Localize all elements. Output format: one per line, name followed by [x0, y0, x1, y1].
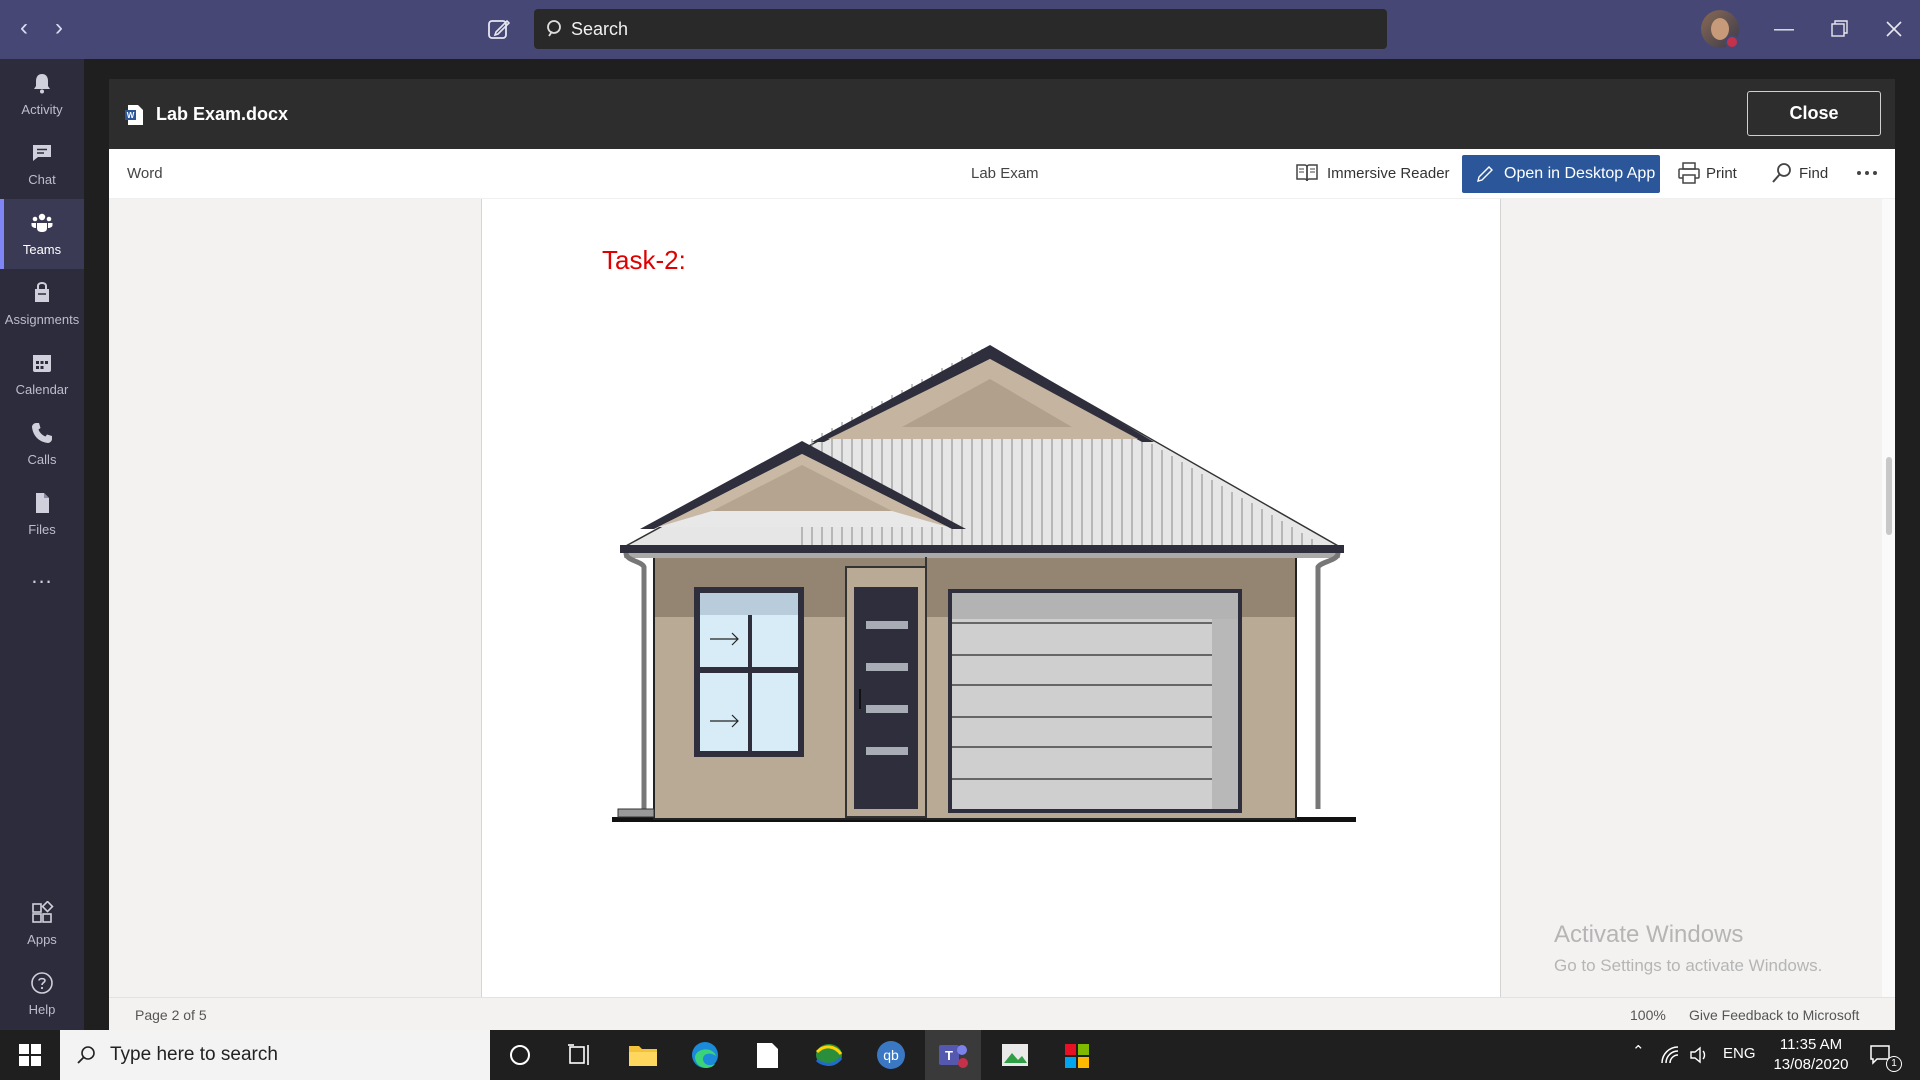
search-placeholder: Search	[571, 19, 629, 39]
search-icon	[547, 20, 561, 37]
rail-label: Chat	[28, 172, 56, 187]
search-icon	[77, 1046, 95, 1064]
minimize-icon[interactable]: —	[1769, 14, 1799, 44]
word-toolbar: Word Lab Exam Immersive Reader Open in D…	[109, 149, 1895, 199]
rail-item-activity[interactable]: Activity	[0, 59, 84, 129]
status-bar: Page 2 of 5 100% Give Feedback to Micros…	[109, 997, 1895, 1030]
taskbar-search[interactable]: Type here to search	[60, 1030, 490, 1080]
word-file-icon: W	[125, 105, 143, 125]
status-badge	[1725, 35, 1739, 49]
rail-item-apps[interactable]: Apps	[0, 889, 84, 959]
more-options-icon[interactable]	[1855, 161, 1879, 185]
qbittorrent-icon[interactable]: qb	[863, 1030, 919, 1080]
file-explorer-icon[interactable]	[615, 1030, 671, 1080]
svg-text:qb: qb	[883, 1047, 899, 1063]
edge-browser-icon[interactable]	[677, 1030, 733, 1080]
task-heading: Task-2:	[602, 245, 686, 275]
immersive-reader-icon	[1296, 164, 1318, 182]
svg-text:T: T	[945, 1048, 953, 1063]
activation-watermark-subtitle: Go to Settings to activate Windows.	[1554, 956, 1823, 975]
cortana-icon[interactable]	[494, 1030, 550, 1080]
rail-item-assignments[interactable]: Assignments	[0, 269, 84, 339]
help-icon	[31, 972, 53, 994]
task-view-icon[interactable]	[552, 1030, 608, 1080]
document-title: Lab Exam	[971, 165, 1039, 182]
app-name: Word	[127, 165, 163, 182]
vertical-scrollbar[interactable]	[1882, 199, 1895, 997]
svg-text:W: W	[127, 111, 135, 120]
pencil-icon	[1477, 166, 1493, 182]
printer-icon	[1678, 162, 1700, 184]
phone-icon	[32, 423, 52, 443]
house-elevation-drawing	[612, 345, 1356, 822]
download-manager-icon[interactable]	[801, 1030, 857, 1080]
more-icon: ...	[31, 563, 53, 588]
language-indicator[interactable]: ENG	[1723, 1045, 1756, 1062]
zoom-level[interactable]: 100%	[1630, 1007, 1666, 1023]
clock-time: 11:35 AM	[1779, 1036, 1843, 1053]
find-button[interactable]: Find	[1799, 165, 1828, 182]
rail-item-calls[interactable]: Calls	[0, 409, 84, 479]
close-button[interactable]: Close	[1747, 91, 1881, 136]
back-icon[interactable]: ‹	[12, 16, 36, 40]
taskbar-search-placeholder: Type here to search	[110, 1044, 278, 1065]
files-icon	[36, 493, 49, 513]
immersive-reader-button[interactable]: Immersive Reader	[1327, 165, 1450, 182]
rail-item-files[interactable]: Files	[0, 479, 84, 549]
compose-icon[interactable]	[486, 16, 512, 42]
forward-icon[interactable]: ›	[47, 16, 71, 40]
open-desktop-app-button[interactable]: Open in Desktop App	[1462, 155, 1660, 193]
assignments-icon	[35, 281, 49, 302]
rail-label: Assignments	[4, 312, 80, 327]
find-icon	[1772, 163, 1791, 183]
calendar-icon	[33, 355, 51, 372]
chat-icon	[33, 145, 51, 161]
feedback-link[interactable]: Give Feedback to Microsoft	[1689, 1007, 1859, 1023]
rail-item-chat[interactable]: Chat	[0, 129, 84, 199]
windows-start-icon[interactable]	[18, 1043, 42, 1067]
scrollbar-thumb[interactable]	[1886, 457, 1892, 535]
rail-label: Calendar	[15, 382, 69, 397]
app-rail: Activity Chat Teams Assignments Calendar…	[0, 59, 84, 1030]
system-clock[interactable]: 11:35 AM 13/08/2020	[1766, 1035, 1856, 1075]
office-app-icon[interactable]	[1049, 1030, 1105, 1080]
rail-label: Teams	[22, 242, 62, 257]
rail-item-teams[interactable]: Teams	[0, 199, 84, 269]
rail-label: Apps	[27, 932, 57, 947]
show-hidden-icons[interactable]: ⌃	[1632, 1042, 1645, 1060]
rail-item-calendar[interactable]: Calendar	[0, 339, 84, 409]
document-filename: Lab Exam.docx	[156, 104, 289, 124]
rail-label: Files	[28, 522, 56, 537]
image-viewer-icon[interactable]	[987, 1030, 1043, 1080]
rail-item-help[interactable]: Help	[0, 959, 84, 1029]
more-apps-button[interactable]: ...	[0, 549, 84, 619]
bell-icon	[34, 74, 50, 94]
document-canvas: Task-2: Activate Windows Go to Settings …	[109, 199, 1895, 997]
windows-taskbar: Type here to search qb T ⌃ ENG 11:35 AM …	[0, 1030, 1920, 1080]
notepad-icon[interactable]	[739, 1030, 795, 1080]
print-button[interactable]: Print	[1706, 165, 1737, 182]
restore-icon[interactable]	[1824, 14, 1854, 44]
notification-count-badge: 1	[1886, 1056, 1902, 1072]
apps-icon	[32, 901, 54, 923]
title-bar: ‹ › Search —	[0, 0, 1920, 59]
rail-label: Activity	[21, 102, 63, 117]
network-icon[interactable]	[1660, 1045, 1682, 1065]
volume-icon[interactable]	[1689, 1045, 1711, 1065]
close-window-icon[interactable]	[1879, 14, 1909, 44]
open-desktop-label: Open in Desktop App	[1504, 165, 1656, 182]
clock-date: 13/08/2020	[1773, 1056, 1849, 1073]
document-viewer: W Lab Exam.docx Close Word Lab Exam Imme…	[109, 79, 1895, 1030]
rail-label: Calls	[27, 452, 57, 467]
activation-watermark-title: Activate Windows	[1554, 921, 1744, 948]
document-page: Task-2:	[481, 199, 1501, 997]
document-header: W Lab Exam.docx Close	[109, 79, 1895, 149]
teams-icon	[31, 213, 53, 232]
teams-taskbar-icon[interactable]: T	[925, 1030, 981, 1080]
rail-label: Help	[28, 1002, 56, 1017]
search-bar[interactable]: Search	[534, 9, 1387, 49]
page-indicator: Page 2 of 5	[135, 1007, 207, 1023]
